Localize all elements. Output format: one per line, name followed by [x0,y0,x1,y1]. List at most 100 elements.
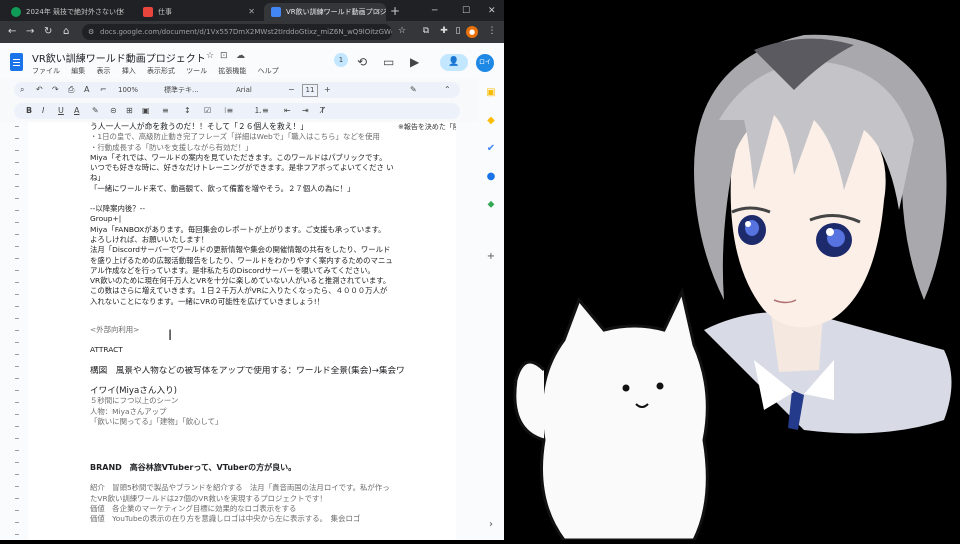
indent-increase-icon[interactable]: ⇥ [302,103,309,119]
document-line[interactable]: ５秒間にフつ以上のシーン [90,396,434,406]
line-spacing-icon[interactable]: ↕ [184,103,191,119]
font-select[interactable]: Arial [236,82,252,98]
bookmark-star-icon[interactable]: ☆ [396,25,408,37]
highlight-icon[interactable]: ✎ [92,103,99,119]
menu-help[interactable]: ヘルプ [258,67,279,75]
add-on-icon[interactable]: + [485,251,497,263]
maximize-icon[interactable]: ☐ [462,3,470,19]
italic-icon[interactable]: I [42,103,44,119]
browser-tab[interactable]: 仕事 ✕ [136,3,260,21]
numbered-list-icon[interactable]: ⒈≡ [254,103,269,119]
document-line[interactable]: いつでも好きな時に、好きなだけトレーニングができます。是非フアボってよいてくださ… [90,163,434,173]
print-icon[interactable]: ⎙ [68,82,74,98]
document-line[interactable]: 人物：Miyaさんアップ [90,407,434,417]
bold-icon[interactable]: B [26,103,32,119]
blank-line[interactable] [90,445,434,463]
menu-tools[interactable]: ツール [186,67,207,75]
menu-extensions[interactable]: 拡張機能 [218,67,246,75]
blank-line[interactable] [90,473,434,483]
close-icon[interactable]: ✕ [118,3,125,21]
new-tab-button[interactable]: + [390,3,400,19]
document-line[interactable]: を盛り上げるための広報活動報告をしたり、ワールドをわかりやすく案内するためのマニ… [90,256,434,266]
docs-logo-icon[interactable] [10,53,23,71]
move-folder-icon[interactable]: ⊡ [220,51,228,61]
document-line[interactable]: BRAND 高谷林旅VTuberって、VTuberの方が良い。 [90,463,434,473]
bullet-list-icon[interactable]: ⁝≡ [224,103,233,119]
document-line[interactable]: ・1日の皇で、高級防止動き完了フレーズ「詳細はWebで」「職入はこちら」などを使… [90,132,434,142]
document-line[interactable]: 法月「Discordサーバーでワールドの更新情報や集会の開催情報の共有をしたり、… [90,245,434,255]
close-window-icon[interactable]: ✕ [488,3,496,19]
document-line[interactable]: 入れないことになります。一緒にVRの可能性を広げていきましょう!！ [90,297,434,307]
document-line[interactable]: --以降案内後？-- [90,204,434,214]
blank-line[interactable] [90,356,434,366]
undo-icon[interactable]: ↶ [36,82,43,98]
maps-icon[interactable]: ⬥ [485,199,497,211]
zoom-select[interactable]: 100% [118,82,138,98]
document-line[interactable]: 価値 各企業のマーケティング目標に効果的なロゴ表示をする [90,504,434,514]
menu-view[interactable]: 表示 [96,67,110,75]
hide-panel-icon[interactable]: › [485,519,497,531]
spellcheck-icon[interactable]: A [84,82,89,98]
minimize-icon[interactable]: ─ [432,3,437,19]
document-line[interactable]: VR飲いのために現在何千万人とVRを十分に楽しめていない人がいると推測されていま… [90,276,434,286]
document-canvas[interactable]: ※報告を決めた「隣 う人一人一人が命を救うのだ！！そして「２６個人を救え！」 ・1… [0,122,478,540]
decrease-font-icon[interactable]: − [288,82,295,98]
image-icon[interactable]: ▣ [142,103,150,119]
document-line[interactable]: この数はさらに増えていきます。１日２千万人がVRに入りたくなったら、４０００万人… [90,286,434,296]
indent-decrease-icon[interactable]: ⇤ [284,103,291,119]
profile-avatar[interactable]: ● [466,26,478,38]
comments-icon[interactable]: ▭ [383,55,394,69]
underline-icon[interactable]: U [58,103,64,119]
history-icon[interactable]: ⟲ [357,55,367,69]
close-icon[interactable]: ✕ [248,3,255,21]
menu-edit[interactable]: 編集 [71,67,85,75]
document-line[interactable]: 構図 風景や人物などの被写体をアップで使用する：ワールド全景(集会)→集会ワ [90,366,434,376]
document-line[interactable]: たVR飲い訓練ワールドは27個のVR救いを実現するプロジェクトです！ [90,494,434,504]
increase-font-icon[interactable]: + [324,82,331,98]
blank-line[interactable] [90,376,434,386]
extension-icon[interactable]: ⧉ [420,25,432,37]
search-menus-icon[interactable]: ⌕ [20,82,24,98]
home-icon[interactable]: ⌂ [63,24,69,40]
back-icon[interactable]: ← [8,24,16,40]
browser-tab-active[interactable]: VR飲い訓練ワールド動画プロジ ✕ [264,3,386,21]
blank-line[interactable] [90,194,434,204]
collaborator-icon[interactable]: 1 [334,53,348,67]
account-avatar[interactable]: ロイ [476,54,494,72]
document-line[interactable]: アル作成などを行っています。是非私たちのDiscordサーバーを覗いてみてくださ… [90,266,434,276]
edit-mode-icon[interactable]: ✎ [410,82,417,98]
redo-icon[interactable]: ↷ [52,82,59,98]
panel-icon[interactable]: ▯ [452,25,464,37]
document-line[interactable]: ・行動成長する「防いを支援しながら有効だ！」 [90,143,434,153]
document-line[interactable]: ATTRACT [90,345,434,355]
browser-tab[interactable]: 2024年 競技で絶対外さない仕 ✕ [4,3,130,21]
menu-file[interactable]: ファイル [32,67,60,75]
menu-format[interactable]: 表示形式 [147,67,175,75]
document-line[interactable]: 紹介 冒頭5秒間で製品やブランドを紹介する 法月「貴音両国の法月ロイです。私が作… [90,483,434,493]
document-line[interactable]: Group+| [90,214,434,224]
address-bar[interactable]: ⚙ docs.google.com/document/d/1Vx557DmX2M… [82,24,392,40]
document-line[interactable]: 価値 YouTubeの表示の在り方を意識しロゴは中央から左に表示する。 集会ロゴ [90,514,434,524]
document-line[interactable]: ね」 [90,173,434,183]
document-line[interactable]: <外部向利用> [90,325,434,335]
document-page[interactable]: ※報告を決めた「隣 う人一人一人が命を救うのだ！！そして「２６個人を救え！」 ・1… [28,122,456,540]
document-line[interactable]: よろしければ、お願いいたします！ [90,235,434,245]
close-icon[interactable]: ✕ [374,3,381,21]
puzzle-icon[interactable]: ✚ [438,25,450,37]
document-line[interactable]: イワイ(Miyaさん入り) [90,386,434,396]
text-color-icon[interactable]: A [74,103,79,119]
comment-icon[interactable]: ⊞ [126,103,133,119]
contacts-icon[interactable]: ● [485,171,497,183]
document-body[interactable]: う人一人一人が命を救うのだ！！そして「２６個人を救え！」 ・1日の皇で、高級防止動… [90,122,434,525]
menu-kebab-icon[interactable]: ⋮ [486,25,498,37]
collapse-toolbar-icon[interactable]: ⌃ [444,82,451,98]
blank-line[interactable] [90,427,434,445]
blank-line[interactable] [90,335,434,345]
document-line[interactable]: う人一人一人が命を救うのだ！！そして「２６個人を救え！」 [90,122,434,132]
checklist-icon[interactable]: ☑ [204,103,211,119]
style-select[interactable]: 標準テキ... [164,82,199,98]
star-icon[interactable]: ☆ [206,51,214,61]
calendar-icon[interactable]: ▣ [485,87,497,99]
document-line[interactable]: 「飲いに関ってる」「建物」「飲心して」 [90,417,434,427]
meet-icon[interactable]: ▶ [410,55,419,69]
